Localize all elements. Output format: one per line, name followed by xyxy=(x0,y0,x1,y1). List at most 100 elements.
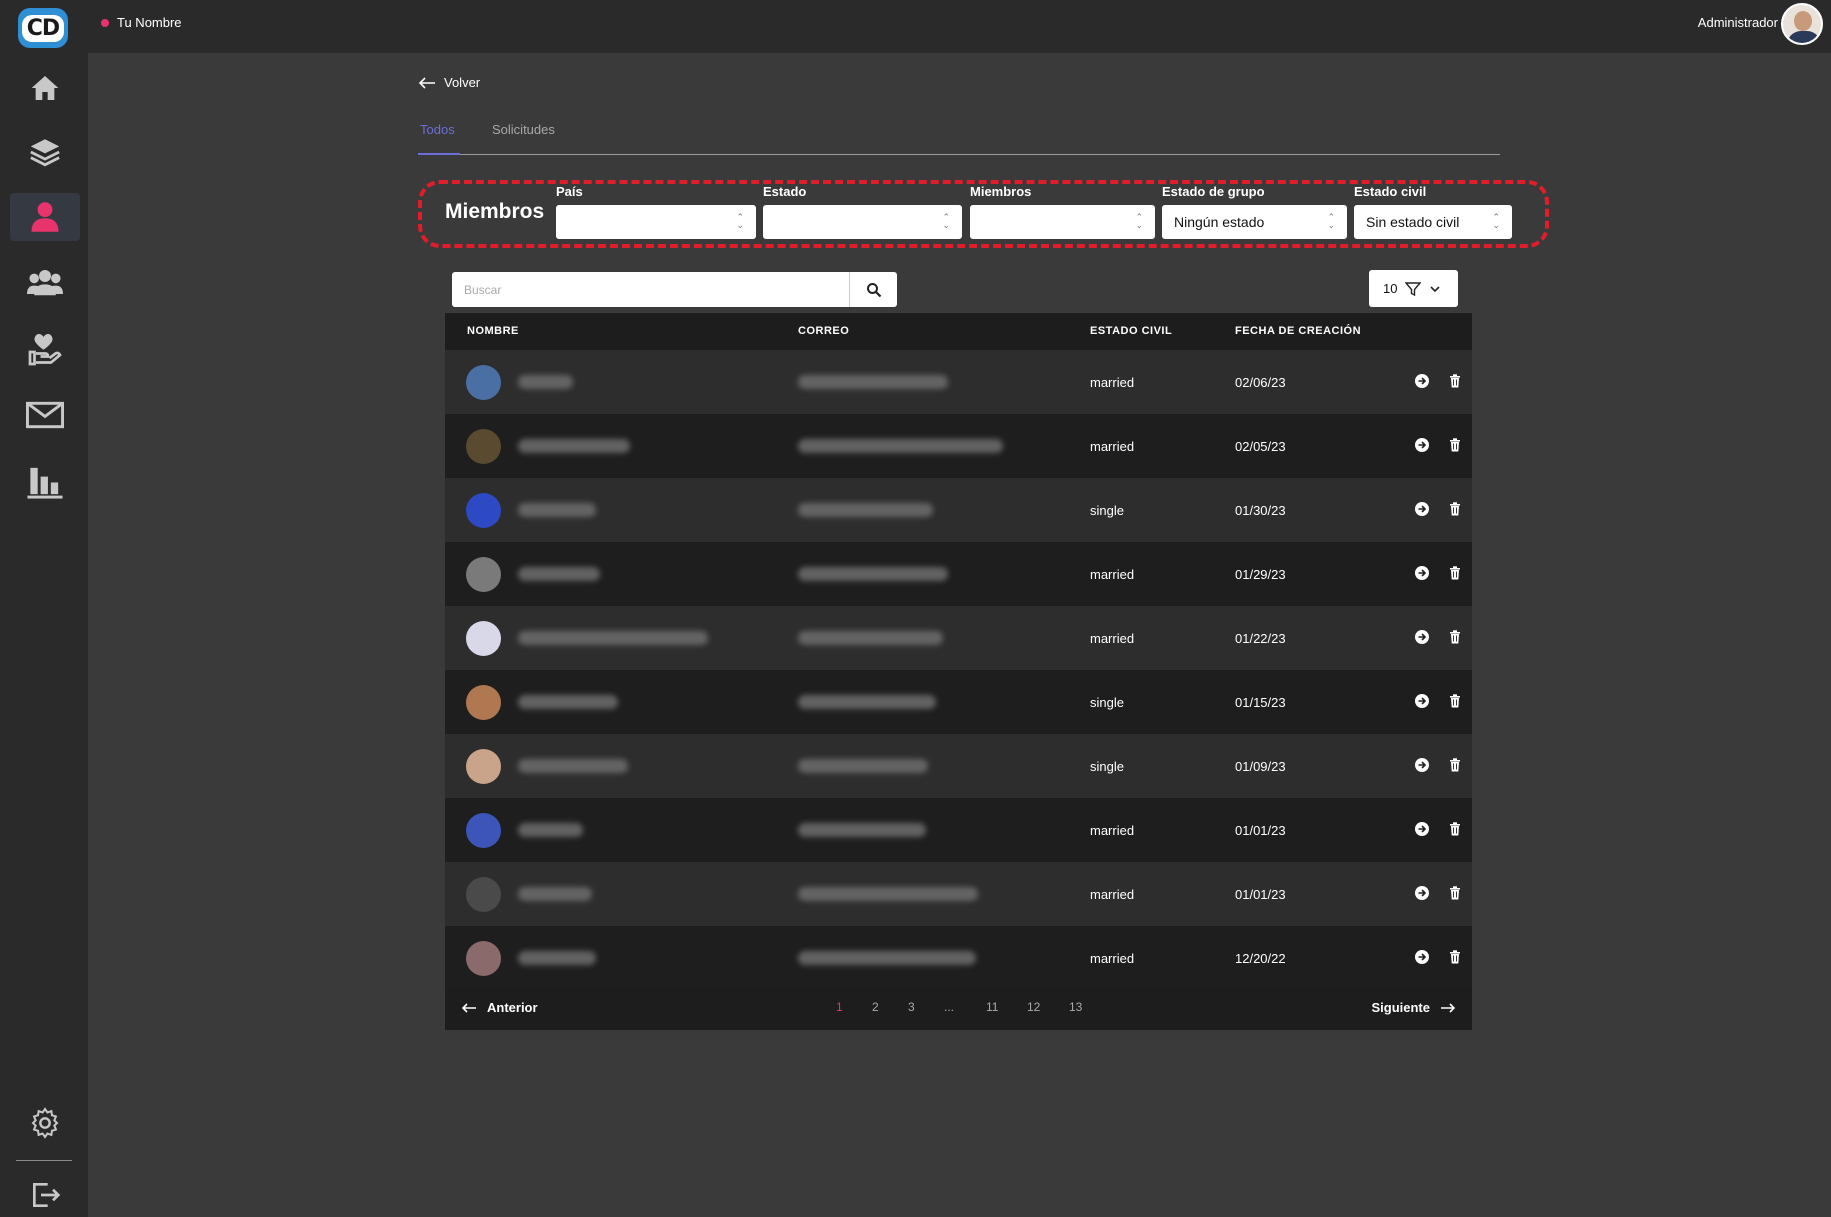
arrow-circle-right-icon[interactable] xyxy=(1414,821,1430,837)
prev-label: Anterior xyxy=(487,1000,538,1015)
heart-hand-icon[interactable] xyxy=(10,325,80,373)
table-row[interactable]: married 01/22/23 xyxy=(445,606,1472,670)
avatar xyxy=(466,877,501,912)
trash-icon[interactable] xyxy=(1447,437,1463,453)
page-13[interactable]: 13 xyxy=(1069,1000,1082,1014)
per-page-value: 10 xyxy=(1383,281,1398,296)
table-row[interactable]: single 01/09/23 xyxy=(445,734,1472,798)
active-tab-indicator xyxy=(418,153,460,155)
members-table: NOMBRE CORREO ESTADO CIVIL FECHA DE CREA… xyxy=(445,313,1472,1030)
sidebar-divider xyxy=(16,1160,72,1161)
arrow-circle-right-icon[interactable] xyxy=(1414,373,1430,389)
arrow-circle-right-icon[interactable] xyxy=(1414,949,1430,965)
blurred-email xyxy=(798,375,948,389)
estado-civil-cell: married xyxy=(1090,951,1135,966)
blurred-name xyxy=(518,823,583,837)
avatar xyxy=(466,813,501,848)
tab-todos[interactable]: Todos xyxy=(420,122,455,137)
table-row[interactable]: married 01/29/23 xyxy=(445,542,1472,606)
table-row[interactable]: married 01/01/23 xyxy=(445,862,1472,926)
blurred-email xyxy=(798,823,926,837)
select-arrows-icon: ⌃ ⌄ xyxy=(1135,212,1143,230)
col-nombre[interactable]: NOMBRE xyxy=(467,325,519,337)
back-link[interactable]: Volver xyxy=(418,75,480,90)
fecha-cell: 01/29/23 xyxy=(1235,567,1286,582)
avatar xyxy=(466,685,501,720)
blurred-email xyxy=(798,695,936,709)
arrow-circle-right-icon[interactable] xyxy=(1414,629,1430,645)
blurred-email xyxy=(798,503,933,517)
app-logo[interactable]: CD xyxy=(18,8,68,48)
estado-select[interactable]: ⌃ ⌄ xyxy=(763,205,962,239)
col-correo[interactable]: CORREO xyxy=(798,325,849,337)
trash-icon[interactable] xyxy=(1447,949,1463,965)
miembros-select[interactable]: ⌃ ⌄ xyxy=(970,205,1155,239)
trash-icon[interactable] xyxy=(1447,629,1463,645)
blurred-name xyxy=(518,695,618,709)
home-icon[interactable] xyxy=(10,64,80,112)
arrow-circle-right-icon[interactable] xyxy=(1414,565,1430,581)
group-icon[interactable] xyxy=(10,258,80,306)
blurred-name xyxy=(518,375,573,389)
blurred-name xyxy=(518,503,596,517)
estado-civil-cell: married xyxy=(1090,631,1135,646)
table-row[interactable]: married 12/20/22 xyxy=(445,926,1472,990)
fecha-cell: 01/30/23 xyxy=(1235,503,1286,518)
avatar[interactable] xyxy=(1781,3,1823,45)
estado-civil-cell: single xyxy=(1090,503,1124,518)
fecha-cell: 02/06/23 xyxy=(1235,375,1286,390)
arrow-circle-right-icon[interactable] xyxy=(1414,757,1430,773)
per-page-select[interactable]: 10 xyxy=(1369,270,1458,307)
table-row[interactable]: single 01/15/23 xyxy=(445,670,1472,734)
table-row[interactable]: married 01/01/23 xyxy=(445,798,1472,862)
search-button[interactable] xyxy=(849,272,897,307)
user-role[interactable]: Administrador xyxy=(1698,15,1778,30)
miembros-label: Miembros xyxy=(970,184,1032,199)
trash-icon[interactable] xyxy=(1447,373,1463,389)
avatar xyxy=(466,941,501,976)
page-1[interactable]: 1 xyxy=(836,1000,843,1014)
table-row[interactable]: married 02/05/23 xyxy=(445,414,1472,478)
trash-icon[interactable] xyxy=(1447,501,1463,517)
estado-grupo-select[interactable]: Ningún estado ⌃ ⌄ xyxy=(1162,205,1347,239)
col-fecha[interactable]: FECHA DE CREACIÓN xyxy=(1235,325,1361,337)
table-row[interactable]: single 01/30/23 xyxy=(445,478,1472,542)
trash-icon[interactable] xyxy=(1447,693,1463,709)
trash-icon[interactable] xyxy=(1447,565,1463,581)
user-icon[interactable] xyxy=(10,193,80,241)
arrow-circle-right-icon[interactable] xyxy=(1414,693,1430,709)
estado-civil-cell: married xyxy=(1090,823,1135,838)
search-box xyxy=(452,272,897,307)
table-row[interactable]: married 02/06/23 xyxy=(445,350,1472,414)
arrow-circle-right-icon[interactable] xyxy=(1414,437,1430,453)
trash-icon[interactable] xyxy=(1447,821,1463,837)
tab-solicitudes[interactable]: Solicitudes xyxy=(492,122,555,137)
pais-select[interactable]: ⌃ ⌄ xyxy=(556,205,756,239)
fecha-cell: 01/09/23 xyxy=(1235,759,1286,774)
arrow-circle-right-icon[interactable] xyxy=(1414,501,1430,517)
arrow-circle-right-icon[interactable] xyxy=(1414,885,1430,901)
trash-icon[interactable] xyxy=(1447,757,1463,773)
page-2[interactable]: 2 xyxy=(872,1000,879,1014)
tabs: Todos Solicitudes xyxy=(418,120,1500,155)
blurred-email xyxy=(798,887,978,901)
blurred-email xyxy=(798,759,928,773)
layers-icon[interactable] xyxy=(10,128,80,176)
prev-page-button[interactable]: Anterior xyxy=(461,1000,538,1015)
trash-icon[interactable] xyxy=(1447,885,1463,901)
next-label: Siguiente xyxy=(1371,1000,1430,1015)
settings-icon[interactable] xyxy=(10,1099,80,1147)
page-3[interactable]: 3 xyxy=(908,1000,915,1014)
fecha-cell: 01/15/23 xyxy=(1235,695,1286,710)
bar-chart-icon[interactable] xyxy=(10,457,80,505)
estado-civil-cell: single xyxy=(1090,695,1124,710)
blurred-email xyxy=(798,631,943,645)
search-input[interactable] xyxy=(452,272,849,307)
page-12[interactable]: 12 xyxy=(1027,1000,1040,1014)
next-page-button[interactable]: Siguiente xyxy=(1371,1000,1456,1015)
mail-icon[interactable] xyxy=(10,391,80,439)
estado-civil-select[interactable]: Sin estado civil ⌃ ⌄ xyxy=(1354,205,1512,239)
col-estado-civil[interactable]: ESTADO CIVIL xyxy=(1090,325,1172,337)
logout-icon[interactable] xyxy=(10,1171,80,1217)
page-11[interactable]: 11 xyxy=(986,1000,998,1014)
